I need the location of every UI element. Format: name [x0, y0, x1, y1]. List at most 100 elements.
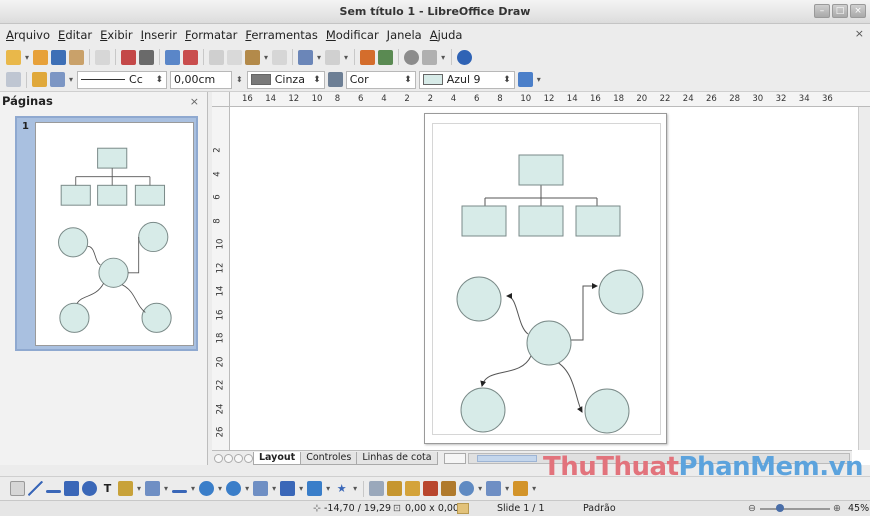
callouts-icon[interactable] — [307, 481, 323, 496]
curve-tool-icon[interactable] — [118, 481, 133, 496]
line-arrow-tool-icon[interactable] — [46, 490, 61, 493]
horizontal-scrollbar-thumb[interactable] — [476, 454, 537, 462]
vertical-ruler[interactable]: 246810121416182022242628 — [212, 107, 230, 465]
minimize-icon[interactable]: – — [814, 4, 830, 18]
tab-linhas-de-cota[interactable]: Linhas de cota — [356, 451, 438, 465]
circle-bottom-right[interactable] — [584, 388, 630, 434]
dropdown-arrow-icon[interactable]: ▾ — [441, 53, 445, 62]
export-pdf-icon[interactable] — [121, 49, 137, 65]
dropdown-arrow-icon[interactable]: ▾ — [25, 53, 29, 62]
undo-icon[interactable] — [298, 49, 314, 65]
org-child-box-3[interactable] — [575, 205, 621, 237]
line-width-input[interactable]: 0,00cm — [170, 70, 233, 89]
status-zoom[interactable]: 45% — [848, 503, 869, 514]
dropdown-arrow-icon[interactable]: ▾ — [478, 484, 482, 493]
dropdown-arrow-icon[interactable]: ▾ — [326, 484, 330, 493]
dropdown-arrow-icon[interactable]: ▾ — [317, 53, 321, 62]
dropdown-arrow-icon[interactable]: ▾ — [137, 484, 141, 493]
extrusion-icon[interactable] — [459, 481, 475, 496]
hyperlink-icon[interactable] — [404, 49, 420, 65]
connector-tool-icon[interactable] — [145, 481, 161, 496]
zoom-in-icon[interactable]: ⊕ — [833, 503, 841, 514]
dropdown-arrow-icon[interactable]: ▾ — [344, 53, 348, 62]
basic-shapes-icon[interactable] — [199, 481, 215, 496]
area-color-select[interactable]: Azul 9 ⬍ — [418, 70, 515, 89]
email-icon[interactable] — [69, 49, 85, 65]
rectangle-tool-icon[interactable] — [64, 481, 79, 496]
first-tab-icon[interactable] — [214, 453, 223, 463]
paste-icon[interactable] — [245, 49, 261, 65]
dropdown-arrow-icon[interactable]: ▾ — [353, 484, 357, 493]
select-icon[interactable] — [10, 481, 25, 496]
find-icon[interactable] — [422, 49, 438, 65]
table-icon[interactable] — [378, 49, 394, 65]
cut-icon[interactable] — [209, 49, 225, 65]
horizontal-ruler[interactable]: 16 14 12 10 8 6 4 2 2 4 6 8 10 12 14 16 18 20 22 24 26 28 30 32… — [212, 92, 870, 107]
slide-thumbnail[interactable]: 1 — [15, 116, 198, 351]
line-tool-icon[interactable] — [28, 481, 43, 496]
fontwork-icon[interactable] — [405, 481, 421, 496]
new-document-icon[interactable] — [6, 49, 21, 65]
menu-formatar[interactable]: Formatar — [181, 28, 241, 42]
menu-arquivo[interactable]: Arquivo — [2, 28, 54, 42]
dropdown-arrow-icon[interactable]: ▾ — [299, 484, 303, 493]
menu-janela[interactable]: Janela — [383, 28, 426, 42]
dropdown-arrow-icon[interactable]: ▾ — [505, 484, 509, 493]
flowchart-icon[interactable] — [280, 481, 296, 496]
dropdown-arrow-icon[interactable]: ▾ — [264, 53, 268, 62]
menu-inserir[interactable]: Inserir — [137, 28, 181, 42]
dropdown-arrow-icon[interactable]: ▾ — [532, 484, 536, 493]
copy-icon[interactable] — [227, 49, 243, 65]
from-file-icon[interactable] — [423, 481, 439, 496]
dropdown-arrow-icon[interactable]: ▾ — [164, 484, 168, 493]
drawing-canvas[interactable] — [230, 107, 870, 450]
arrow-style-icon[interactable] — [50, 72, 65, 87]
org-child-box-2[interactable] — [518, 205, 564, 237]
last-tab-icon[interactable] — [244, 453, 253, 463]
glue-points-icon[interactable] — [387, 481, 403, 496]
chart-icon[interactable] — [360, 49, 376, 65]
zoom-slider[interactable] — [760, 504, 830, 512]
dropdown-arrow-icon[interactable]: ▾ — [69, 75, 73, 84]
redo-icon[interactable] — [325, 49, 341, 65]
edit-file-icon[interactable] — [95, 49, 111, 65]
ellipse-tool-icon[interactable] — [82, 481, 97, 496]
spellcheck-icon[interactable] — [165, 49, 181, 65]
close-window-icon[interactable]: × — [850, 4, 866, 18]
menu-ferramentas[interactable]: Ferramentas — [241, 28, 322, 42]
help-icon[interactable] — [457, 49, 473, 65]
circle-left[interactable] — [456, 276, 502, 322]
circle-bottom-left[interactable] — [460, 387, 506, 433]
circle-right[interactable] — [598, 269, 644, 315]
print-icon[interactable] — [139, 49, 155, 65]
points-icon[interactable] — [369, 481, 385, 496]
tab-layout[interactable]: Layout — [253, 451, 302, 465]
dropdown-arrow-icon[interactable]: ▾ — [272, 484, 276, 493]
stepper-icon[interactable]: ⬍ — [236, 75, 243, 84]
align-icon[interactable] — [513, 481, 529, 496]
dropdown-arrow-icon[interactable]: ▾ — [191, 484, 195, 493]
stars-icon[interactable]: ★ — [334, 481, 349, 496]
scroll-left-button[interactable] — [443, 452, 466, 464]
vertical-scrollbar[interactable] — [858, 107, 870, 450]
save-icon[interactable] — [51, 49, 67, 65]
dropdown-arrow-icon[interactable]: ▾ — [245, 484, 249, 493]
close-panel-icon[interactable]: × — [190, 95, 199, 108]
drawing-page[interactable] — [424, 113, 667, 444]
area-icon[interactable] — [327, 72, 343, 87]
org-child-box-1[interactable] — [461, 205, 507, 237]
open-folder-icon[interactable] — [33, 49, 49, 65]
zoom-out-icon[interactable]: ⊖ — [748, 503, 756, 514]
area-type-select[interactable]: Cor ⬍ — [345, 70, 416, 89]
line-color-select[interactable]: Cinza ⬍ — [246, 70, 325, 89]
prev-tab-icon[interactable] — [224, 453, 233, 463]
text-tool-icon[interactable]: T — [100, 481, 115, 496]
menu-modificar[interactable]: Modificar — [322, 28, 383, 42]
tab-controles[interactable]: Controles — [300, 451, 358, 465]
maximize-icon[interactable]: □ — [832, 4, 848, 18]
block-arrows-icon[interactable] — [253, 481, 269, 496]
dropdown-arrow-icon[interactable]: ▾ — [537, 75, 541, 84]
zoom-slider-knob[interactable] — [776, 504, 784, 512]
lines-arrows-icon[interactable] — [172, 490, 188, 493]
dropdown-arrow-icon[interactable]: ▾ — [218, 484, 222, 493]
